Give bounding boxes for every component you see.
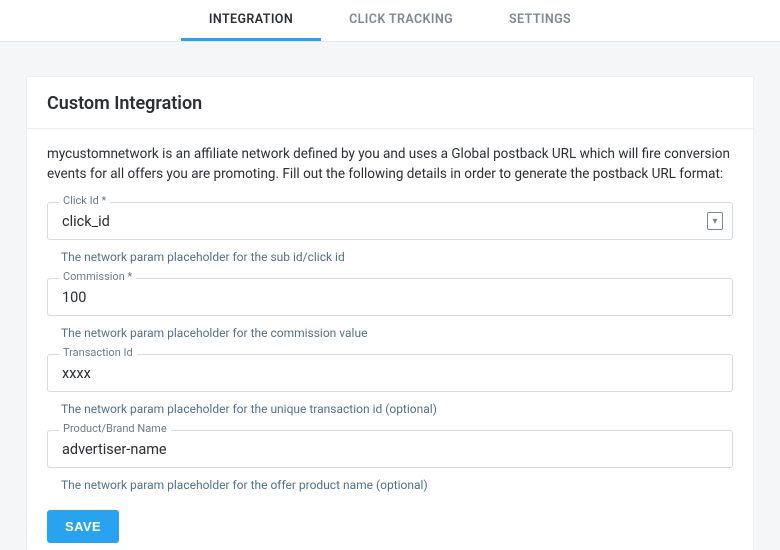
field-transaction-id: Transaction Id [47,354,733,392]
tab-bar: INTEGRATION CLICK TRACKING SETTINGS [0,0,780,42]
tab-integration[interactable]: INTEGRATION [181,0,321,41]
field-click-id: Click Id * ▾ [47,202,733,240]
label-click-id: Click Id * [59,195,110,206]
save-button[interactable]: SAVE [47,510,119,543]
tab-click-tracking[interactable]: CLICK TRACKING [321,0,481,41]
integration-description: mycustomnetwork is an affiliate network … [47,145,733,184]
card-header: Custom Integration [27,77,753,129]
input-click-id[interactable] [47,202,733,240]
label-product-name: Product/Brand Name [59,423,171,434]
input-product-name[interactable] [47,430,733,468]
helper-commission: The network param placeholder for the co… [47,320,733,354]
card-body: mycustomnetwork is an affiliate network … [27,129,753,550]
page-title: Custom Integration [47,93,733,114]
integration-card: Custom Integration mycustomnetwork is an… [26,76,754,550]
field-commission: Commission * [47,278,733,316]
input-commission[interactable] [47,278,733,316]
helper-product-name: The network param placeholder for the of… [47,472,733,506]
input-transaction-id[interactable] [47,354,733,392]
tab-settings[interactable]: SETTINGS [481,0,599,41]
helper-click-id: The network param placeholder for the su… [47,244,733,278]
field-product-name: Product/Brand Name [47,430,733,468]
label-transaction-id: Transaction Id [59,347,137,358]
label-commission: Commission * [59,271,136,282]
